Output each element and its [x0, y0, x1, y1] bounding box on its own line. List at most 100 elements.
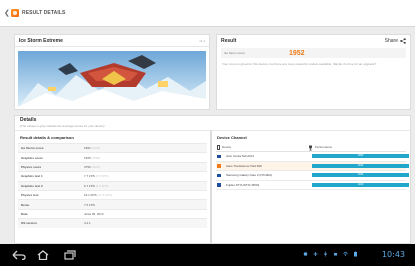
detail-row: Graphics test 2 6.7 FPS (6.6 FPS) — [18, 180, 207, 190]
score-label: Ice Storm score — [224, 51, 246, 55]
detail-row: Physics score 3756 (4051) — [18, 161, 207, 172]
detail-row: Physics test 16.1 FPS (17.3 FPS) — [18, 189, 207, 199]
device-channel-panel: Device Channel Device Performance Acer I… — [211, 130, 411, 244]
trophy-icon — [309, 145, 312, 150]
nav-back-icon[interactable] — [12, 250, 26, 260]
performance-column-label: Performance — [315, 145, 333, 149]
detail-value: Julsa 05, 2013 — [84, 212, 104, 216]
ice-storm-artwork-image — [18, 51, 206, 107]
detail-value-text: 7.5 FPS — [84, 202, 95, 207]
detail-row: OS version 4.2.1 — [18, 218, 207, 228]
device-list: Acer Iconia Tab A211 1952 Asus Transformer… — [212, 152, 410, 191]
detail-value: 3756 (4051) — [84, 165, 100, 169]
wifi-icon[interactable] — [343, 251, 348, 257]
add-icon[interactable] — [313, 251, 318, 257]
page-title: RESULT DETAILS — [22, 10, 66, 16]
device-channel-title: Device Channel — [217, 134, 247, 140]
detail-label: OS version — [21, 221, 37, 226]
result-details-panel: Result details & comparison Ice Storm sc… — [14, 130, 211, 244]
detail-average: (7.8 FPS) — [95, 174, 109, 179]
detail-average: (1583) — [91, 155, 101, 160]
device-name: Samsung Galaxy Note 2 (N7100A) — [226, 173, 273, 178]
detail-row: Ice Storm score 1952 (1944) — [18, 143, 207, 153]
usb-icon[interactable] — [323, 251, 328, 257]
detail-label: Demo — [21, 202, 30, 207]
device-row[interactable]: Fujitsu STYLISTIC M532 1923 — [216, 181, 409, 191]
detail-value: 7.5 FPS — [84, 203, 95, 207]
detail-label: Graphics score — [21, 155, 43, 160]
detail-value: 6.7 FPS (6.6 FPS) — [84, 184, 109, 188]
detail-label: Graphics test 1 — [21, 174, 43, 179]
detail-value-text: Julsa 05, 2013 — [84, 211, 104, 216]
notification-icon[interactable] — [303, 251, 308, 257]
result-details-list: Ice Storm score 1952 (1944) Graphics score… — [15, 143, 210, 228]
content-area: Ice Storm Extreme v1.1 Result Share Ice … — [0, 27, 415, 244]
device-swatch — [217, 164, 221, 168]
detail-average: (4051) — [91, 164, 101, 169]
detail-label: Physics test — [21, 193, 39, 198]
result-note: Your score is great for this device, but… — [222, 62, 377, 66]
device-swatch — [217, 183, 221, 187]
device-name: Acer Iconia Tab A211 — [226, 154, 255, 159]
3dmark-logo-icon[interactable] — [11, 9, 19, 17]
device-name: Asus Transformer Pad 300 — [226, 163, 262, 168]
detail-value: 1952 (1944) — [84, 146, 100, 150]
details-subtitle: (The values in gray indicate the average… — [20, 124, 105, 128]
device-swatch — [217, 173, 221, 178]
detail-value-text: 1952 — [84, 146, 91, 151]
performance-bar-label: 1952 — [357, 154, 364, 158]
detail-row: Date Julsa 05, 2013 — [18, 208, 207, 218]
result-card-header: Result Share — [217, 35, 410, 47]
download-icon[interactable] — [333, 251, 338, 257]
benchmark-name: Ice Storm Extreme — [19, 37, 63, 44]
title-bar: ❮ RESULT DETAILS — [0, 0, 415, 27]
benchmark-card-header: Ice Storm Extreme v1.1 — [15, 35, 209, 47]
details-title: Details — [20, 117, 37, 123]
detail-value-text: 16.1 FPS — [84, 193, 97, 198]
device-swatch — [217, 154, 221, 159]
result-details-header: Result details & comparison — [20, 134, 74, 140]
share-label: Share — [384, 38, 398, 44]
result-card: Result Share Ice Storm score 1952 Your s… — [216, 34, 411, 110]
detail-value: 16.1 FPS (17.3 FPS) — [84, 193, 112, 197]
detail-value: 4.2.1 — [84, 221, 91, 225]
detail-row: Demo 7.5 FPS — [18, 199, 207, 209]
result-title: Result — [221, 38, 237, 44]
performance-bar-label: 1944 — [357, 163, 364, 167]
share-button[interactable]: Share — [385, 38, 406, 44]
device-name: Fujitsu STYLISTIC M532 — [226, 183, 260, 188]
clock[interactable]: 10:43 — [382, 250, 405, 259]
chevron-left-icon[interactable]: ❮ — [4, 9, 10, 17]
nav-recents-icon[interactable] — [64, 250, 76, 260]
detail-value-text: 3756 — [84, 164, 91, 169]
device-row[interactable]: Samsung Galaxy Note 2 (N7100A) 1944 — [216, 171, 409, 181]
performance-bar-label: 1944 — [357, 173, 364, 177]
detail-average: (17.3 FPS) — [97, 193, 112, 198]
device-row[interactable]: Asus Transformer Pad 300 1944 — [216, 161, 409, 172]
detail-value-text: 6.7 FPS — [84, 183, 95, 188]
nav-home-icon[interactable] — [37, 250, 49, 260]
detail-value-text: 7.7 FPS — [84, 174, 95, 179]
detail-value: 1565 (1583) — [84, 156, 100, 160]
system-navigation-bar: 10:43 — [0, 244, 415, 266]
detail-value-text: 4.2.1 — [84, 221, 91, 226]
device-icon — [217, 145, 220, 150]
benchmark-version: v1.1 — [199, 38, 205, 43]
detail-value: 7.7 FPS (7.8 FPS) — [84, 174, 109, 178]
detail-average: (1944) — [91, 146, 101, 151]
benchmark-artwork — [18, 51, 206, 107]
performance-bar-label: 1923 — [357, 183, 364, 187]
score-value: 1952 — [289, 49, 305, 57]
device-row[interactable]: Acer Iconia Tab A211 1952 — [216, 152, 409, 162]
detail-row: Graphics score 1565 (1583) — [18, 152, 207, 161]
device-column-label: Device — [222, 145, 232, 149]
detail-label: Graphics test 2 — [21, 183, 43, 188]
detail-label: Physics score — [21, 164, 42, 169]
benchmark-card: Ice Storm Extreme v1.1 — [14, 34, 210, 110]
detail-label: Ice Storm score — [21, 146, 44, 151]
share-icon — [400, 38, 406, 44]
detail-label: Date — [21, 211, 28, 216]
detail-average: (6.6 FPS) — [95, 183, 109, 188]
device-channel-columns: Device Performance — [216, 143, 406, 152]
battery-icon[interactable] — [353, 251, 358, 257]
